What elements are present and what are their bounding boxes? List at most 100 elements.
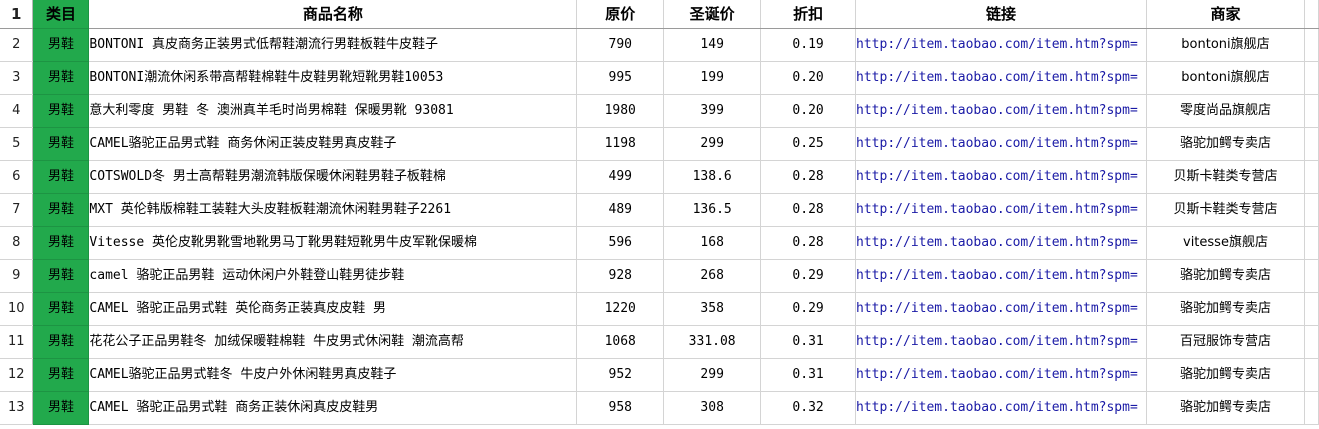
product-name-cell[interactable]: CAMEL骆驼正品男式鞋 商务休闲正装皮鞋男真皮鞋子 (88, 127, 578, 161)
header-product-name[interactable]: 商品名称 (88, 0, 578, 29)
shop-cell[interactable]: 百冠服饰专营店 (1146, 325, 1305, 359)
christmas-price-cell[interactable]: 268 (663, 259, 762, 293)
empty-cell[interactable] (1304, 391, 1319, 425)
product-name-cell[interactable]: BONTONI潮流休闲系带高帮鞋棉鞋牛皮鞋男靴短靴男鞋10053 (88, 61, 578, 95)
original-price-cell[interactable]: 952 (576, 358, 665, 392)
shop-cell[interactable]: 骆驼加鳄专卖店 (1146, 391, 1305, 425)
christmas-price-cell[interactable]: 168 (663, 226, 762, 260)
christmas-price-cell[interactable]: 308 (663, 391, 762, 425)
discount-cell[interactable]: 0.19 (760, 28, 857, 62)
empty-cell[interactable] (1304, 127, 1319, 161)
category-cell[interactable]: 男鞋 (32, 292, 90, 326)
shop-cell[interactable]: 零度尚品旗舰店 (1146, 94, 1305, 128)
discount-cell[interactable]: 0.32 (760, 391, 857, 425)
category-cell[interactable]: 男鞋 (32, 391, 90, 425)
row-number[interactable]: 11 (0, 325, 34, 359)
row-number[interactable]: 8 (0, 226, 34, 260)
row-number[interactable]: 13 (0, 391, 34, 425)
link-cell[interactable]: http://item.taobao.com/item.htm?spm= (855, 127, 1148, 161)
link-cell[interactable]: http://item.taobao.com/item.htm?spm= (855, 160, 1148, 194)
product-name-cell[interactable]: Vitesse 英伦皮靴男靴雪地靴男马丁靴男鞋短靴男牛皮军靴保暖棉 (88, 226, 578, 260)
original-price-cell[interactable]: 489 (576, 193, 665, 227)
category-cell[interactable]: 男鞋 (32, 325, 90, 359)
original-price-cell[interactable]: 499 (576, 160, 665, 194)
christmas-price-cell[interactable]: 136.5 (663, 193, 762, 227)
category-cell[interactable]: 男鞋 (32, 28, 90, 62)
shop-cell[interactable]: 贝斯卡鞋类专营店 (1146, 193, 1305, 227)
category-cell[interactable]: 男鞋 (32, 160, 90, 194)
original-price-cell[interactable]: 1220 (576, 292, 665, 326)
discount-cell[interactable]: 0.25 (760, 127, 857, 161)
link-cell[interactable]: http://item.taobao.com/item.htm?spm= (855, 391, 1148, 425)
christmas-price-cell[interactable]: 299 (663, 358, 762, 392)
link-cell[interactable]: http://item.taobao.com/item.htm?spm= (855, 94, 1148, 128)
original-price-cell[interactable]: 790 (576, 28, 665, 62)
row-number[interactable]: 2 (0, 28, 34, 62)
shop-cell[interactable]: 骆驼加鳄专卖店 (1146, 292, 1305, 326)
discount-cell[interactable]: 0.29 (760, 292, 857, 326)
category-cell[interactable]: 男鞋 (32, 259, 90, 293)
header-christmas-price[interactable]: 圣诞价 (663, 0, 762, 29)
christmas-price-cell[interactable]: 299 (663, 127, 762, 161)
category-cell[interactable]: 男鞋 (32, 226, 90, 260)
row-number[interactable]: 1 (0, 0, 34, 29)
product-name-cell[interactable]: 花花公子正品男鞋冬 加绒保暖鞋棉鞋 牛皮男式休闲鞋 潮流高帮 (88, 325, 578, 359)
christmas-price-cell[interactable]: 199 (663, 61, 762, 95)
original-price-cell[interactable]: 1068 (576, 325, 665, 359)
row-number[interactable]: 7 (0, 193, 34, 227)
link-cell[interactable]: http://item.taobao.com/item.htm?spm= (855, 193, 1148, 227)
discount-cell[interactable]: 0.31 (760, 325, 857, 359)
shop-cell[interactable]: bontoni旗舰店 (1146, 61, 1305, 95)
link-cell[interactable]: http://item.taobao.com/item.htm?spm= (855, 325, 1148, 359)
empty-cell[interactable] (1304, 292, 1319, 326)
discount-cell[interactable]: 0.28 (760, 160, 857, 194)
christmas-price-cell[interactable]: 149 (663, 28, 762, 62)
link-cell[interactable]: http://item.taobao.com/item.htm?spm= (855, 226, 1148, 260)
category-cell[interactable]: 男鞋 (32, 193, 90, 227)
christmas-price-cell[interactable]: 138.6 (663, 160, 762, 194)
original-price-cell[interactable]: 958 (576, 391, 665, 425)
empty-cell[interactable] (1304, 358, 1319, 392)
discount-cell[interactable]: 0.29 (760, 259, 857, 293)
discount-cell[interactable]: 0.28 (760, 193, 857, 227)
row-number[interactable]: 5 (0, 127, 34, 161)
original-price-cell[interactable]: 1198 (576, 127, 665, 161)
shop-cell[interactable]: 骆驼加鳄专卖店 (1146, 259, 1305, 293)
empty-cell[interactable] (1304, 94, 1319, 128)
christmas-price-cell[interactable]: 358 (663, 292, 762, 326)
product-name-cell[interactable]: 意大利零度 男鞋 冬 澳洲真羊毛时尚男棉鞋 保暖男靴 93081 (88, 94, 578, 128)
row-number[interactable]: 6 (0, 160, 34, 194)
empty-cell[interactable] (1304, 0, 1319, 29)
product-name-cell[interactable]: camel 骆驼正品男鞋 运动休闲户外鞋登山鞋男徒步鞋 (88, 259, 578, 293)
original-price-cell[interactable]: 596 (576, 226, 665, 260)
empty-cell[interactable] (1304, 259, 1319, 293)
product-name-cell[interactable]: MXT 英伦韩版棉鞋工装鞋大头皮鞋板鞋潮流休闲鞋男鞋子2261 (88, 193, 578, 227)
product-name-cell[interactable]: CAMEL 骆驼正品男式鞋 英伦商务正装真皮皮鞋 男 (88, 292, 578, 326)
empty-cell[interactable] (1304, 226, 1319, 260)
shop-cell[interactable]: vitesse旗舰店 (1146, 226, 1305, 260)
product-name-cell[interactable]: COTSWOLD冬 男士高帮鞋男潮流韩版保暖休闲鞋男鞋子板鞋棉 (88, 160, 578, 194)
empty-cell[interactable] (1304, 61, 1319, 95)
category-cell[interactable]: 男鞋 (32, 94, 90, 128)
christmas-price-cell[interactable]: 331.08 (663, 325, 762, 359)
empty-cell[interactable] (1304, 28, 1319, 62)
original-price-cell[interactable]: 995 (576, 61, 665, 95)
shop-cell[interactable]: bontoni旗舰店 (1146, 28, 1305, 62)
header-original-price[interactable]: 原价 (576, 0, 665, 29)
empty-cell[interactable] (1304, 193, 1319, 227)
row-number[interactable]: 3 (0, 61, 34, 95)
product-name-cell[interactable]: CAMEL骆驼正品男式鞋冬 牛皮户外休闲鞋男真皮鞋子 (88, 358, 578, 392)
header-discount[interactable]: 折扣 (760, 0, 857, 29)
row-number[interactable]: 12 (0, 358, 34, 392)
empty-cell[interactable] (1304, 160, 1319, 194)
discount-cell[interactable]: 0.20 (760, 94, 857, 128)
header-link[interactable]: 链接 (855, 0, 1148, 29)
shop-cell[interactable]: 骆驼加鳄专卖店 (1146, 127, 1305, 161)
christmas-price-cell[interactable]: 399 (663, 94, 762, 128)
row-number[interactable]: 4 (0, 94, 34, 128)
category-cell[interactable]: 男鞋 (32, 358, 90, 392)
link-cell[interactable]: http://item.taobao.com/item.htm?spm= (855, 28, 1148, 62)
link-cell[interactable]: http://item.taobao.com/item.htm?spm= (855, 358, 1148, 392)
header-category[interactable]: 类目 (32, 0, 90, 29)
discount-cell[interactable]: 0.20 (760, 61, 857, 95)
